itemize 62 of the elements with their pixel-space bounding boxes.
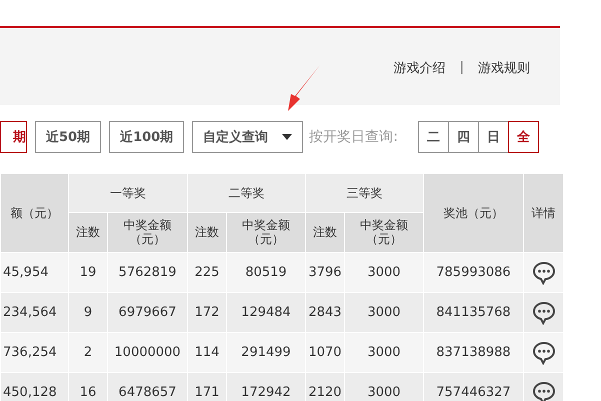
day-button[interactable]: 全 [508,121,540,153]
table-cell: 3000 [344,372,424,401]
table-cell: 3000 [344,252,424,292]
table-cell: 234,564 [0,292,68,332]
column-group-header: 一等奖 [68,174,188,212]
table-cell: 1070 [306,332,344,372]
table-cell: 9 [68,292,108,332]
column-header: 注数 [68,212,108,252]
table-cell: 129484 [226,292,306,332]
link-separator: | [460,60,464,75]
comment-icon[interactable] [532,260,556,284]
table-cell: 450,128 [0,372,68,401]
column-header: 中奖金额（元） [108,212,188,252]
day-button[interactable]: 二 [418,121,450,153]
comment-icon[interactable] [532,300,556,324]
period-button[interactable]: 近50期 [35,121,102,153]
table-cell: 19 [68,252,108,292]
comment-icon[interactable] [532,340,556,364]
table-cell: 837138988 [424,332,524,372]
table-cell: 16 [68,372,108,401]
table-cell: 3000 [344,292,424,332]
column-header: 注数 [188,212,226,252]
table-cell: 6478657 [108,372,188,401]
table-cell: 3796 [306,252,344,292]
period-button[interactable]: 近100期 [109,121,184,153]
table-cell: 171 [188,372,226,401]
table-cell: 114 [188,332,226,372]
pointer-arrow [287,64,321,112]
table-cell: 2120 [306,372,344,401]
period-button[interactable]: 期 [0,121,27,153]
column-group-header: 三等奖 [306,174,424,212]
table-cell: 785993086 [424,252,524,292]
table-cell: 10000000 [108,332,188,372]
column-header: 详情 [524,174,564,252]
table-cell: 45,954 [0,252,68,292]
table-cell: 2 [68,332,108,372]
column-header: 中奖金额（元） [226,212,306,252]
column-header: 中奖金额（元） [344,212,424,252]
caret-icon [282,134,292,140]
table-cell: 80519 [226,252,306,292]
table-cell: 172942 [226,372,306,401]
comment-icon[interactable] [532,380,556,401]
game-rules-link[interactable]: 游戏规则 [478,58,530,76]
table-cell: 6979667 [108,292,188,332]
table-cell: 2843 [306,292,344,332]
table-cell: 736,254 [0,332,68,372]
day-button[interactable]: 四 [448,121,480,153]
custom-query-dropdown[interactable]: 自定义查询 [192,121,304,153]
table-cell: 5762819 [108,252,188,292]
column-group-header: 二等奖 [188,174,306,212]
table-cell: 3000 [344,332,424,372]
day-button[interactable]: 日 [478,121,510,153]
game-intro-link[interactable]: 游戏介绍 [394,58,446,76]
table-cell: 291499 [226,332,306,372]
day-filter-label: 按开奖日查询: [309,128,399,146]
table-cell: 841135768 [424,292,524,332]
column-header: 额（元） [0,174,68,252]
table-cell: 172 [188,292,226,332]
table-cell: 757446327 [424,372,524,401]
column-header: 奖池（元） [424,174,524,252]
column-header: 注数 [306,212,344,252]
table-cell: 225 [188,252,226,292]
